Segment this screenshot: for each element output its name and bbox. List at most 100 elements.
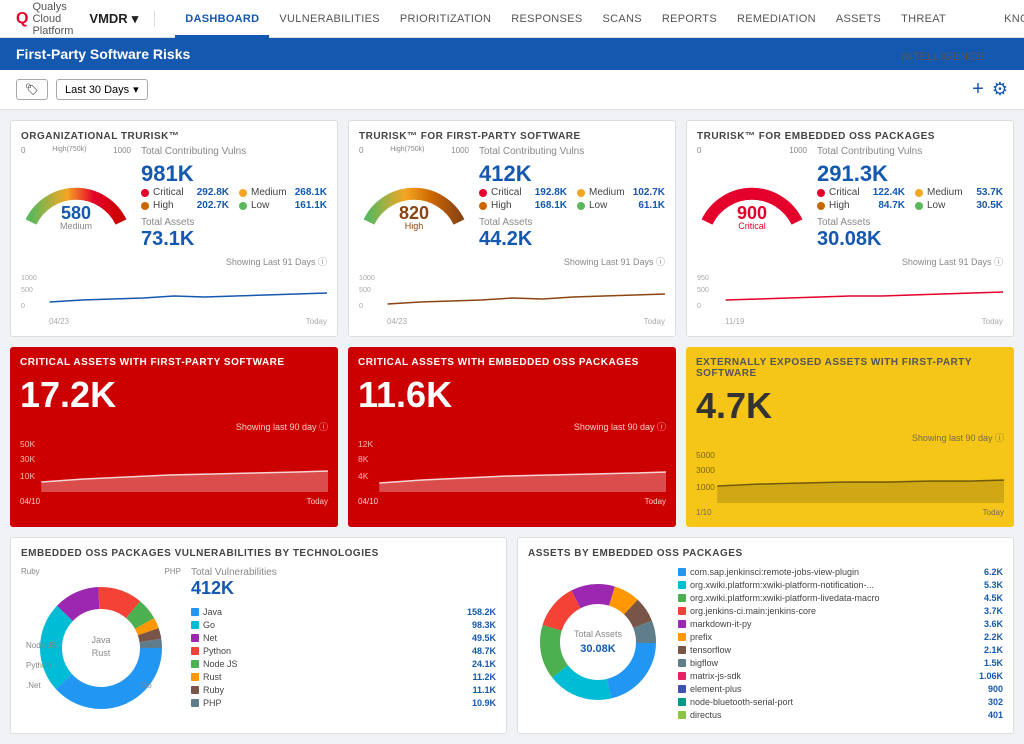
fp-total-assets: 44.2K (479, 228, 665, 251)
svg-text:Go: Go (141, 681, 152, 690)
svg-text:Node JS: Node JS (26, 641, 57, 650)
nav-item-assets[interactable]: ASSETS (826, 0, 891, 38)
legend-item: Go98.3K (191, 620, 496, 630)
oss-total-assets-label: Total Assets (817, 217, 1003, 228)
list-item: node-bluetooth-serial-port302 (678, 697, 1003, 707)
org-total-assets: 73.1K (141, 228, 327, 251)
svg-text:.Net: .Net (26, 681, 41, 690)
blue-bar: First-Party Software Risks (0, 38, 1024, 70)
oss-total-assets: 30.08K (817, 228, 1003, 251)
svg-text:500: 500 (697, 287, 709, 294)
assets-oss-card: ASSETS BY EMBEDDED OSS PACKAGES (517, 537, 1014, 734)
bottom-section: EMBEDDED OSS PACKAGES VULNERABILITIES BY… (10, 537, 1014, 734)
svg-text:1000: 1000 (21, 275, 37, 282)
svg-text:8K: 8K (358, 455, 369, 464)
legend-item: Net49.5K (191, 633, 496, 643)
gauge-scale-label: 0High(750k)1000 (21, 146, 131, 155)
org-total-vulns-label: Total Contributing Vulns (141, 146, 327, 157)
oss-trurisk-card: TruRisk™ FOR EMBEDDED OSS PACKAGES 01000… (686, 120, 1014, 337)
org-total-vulns: 981K (141, 161, 327, 187)
nav-item-remediation[interactable]: REMEDIATION (727, 0, 826, 38)
oss-total-vulns-label: Total Contributing Vulns (817, 146, 1003, 157)
critical-oss-card: CRITICAL ASSETS WITH EMBEDDED OSS PACKAG… (348, 347, 676, 527)
vmdr-selector[interactable]: VMDR ▾ (89, 11, 155, 27)
svg-text:0: 0 (21, 303, 25, 310)
svg-text:820: 820 (399, 203, 429, 223)
nav-item-dashboard[interactable]: DASHBOARD (175, 0, 269, 38)
settings-button[interactable]: ⚙ (992, 78, 1008, 101)
list-item: org.jenkins-ci.main:jenkins-core3.7K (678, 606, 1003, 616)
nav-item-knowledgebase[interactable]: KNOWLEDGEBASE (994, 0, 1024, 38)
nav-item-responses[interactable]: RESPONSES (501, 0, 592, 38)
add-widget-button[interactable]: + (972, 78, 984, 101)
first-party-title: TruRisk™ FOR FIRST-PARTY SOFTWARE (359, 131, 665, 142)
critical-oss-value: 11.6K (358, 374, 666, 416)
org-total-assets-label: Total Assets (141, 217, 327, 228)
date-label: Last 30 Days (65, 84, 129, 96)
logo-text: Qualys Cloud Platform (32, 1, 73, 37)
first-party-trurisk-card: TruRisk™ FOR FIRST-PARTY SOFTWARE 0High(… (348, 120, 676, 337)
svg-text:30.08K: 30.08K (580, 643, 616, 655)
main-nav: DASHBOARDVULNERABILITIESPRIORITIZATIONRE… (175, 0, 1024, 38)
critical-oss-title: CRITICAL ASSETS WITH EMBEDDED OSS PACKAG… (358, 357, 666, 368)
chevron-down-icon: ▾ (132, 11, 139, 27)
critical-oss-showing: Showing last 90 day ⓘ (358, 420, 666, 433)
main-content: ORGANIZATIONAL TruRisk™ 0High(750k)1000 (0, 110, 1024, 744)
svg-text:950: 950 (697, 275, 709, 282)
legend-item: Rust11.2K (191, 672, 496, 682)
legend-item: Ruby11.1K (191, 685, 496, 695)
nav-item-vulnerabilities[interactable]: VULNERABILITIES (269, 0, 389, 38)
critical-first-showing: Showing last 90 day ⓘ (20, 420, 328, 433)
top-nav: Q Qualys Cloud Platform VMDR ▾ DASHBOARD… (0, 0, 1024, 38)
legend-item: Node JS24.1K (191, 659, 496, 669)
list-item: com.sap.jenkinsci:remote-jobs-view-plugi… (678, 567, 1003, 577)
chevron-down-icon: ▾ (133, 83, 139, 96)
logo-q: Q (16, 10, 28, 28)
critical-first-value: 17.2K (20, 374, 328, 416)
list-item: prefix2.2K (678, 632, 1003, 642)
list-item: element-plus900 (678, 684, 1003, 694)
svg-text:5000: 5000 (696, 451, 715, 460)
nav-item-scans[interactable]: SCANS (592, 0, 651, 38)
list-item: org.xwiki.platform:xwiki-platform-notifi… (678, 580, 1003, 590)
external-first-value: 4.7K (696, 385, 1004, 427)
logo: Q Qualys Cloud Platform (16, 1, 73, 37)
svg-text:50K: 50K (20, 440, 36, 449)
external-showing: Showing last 90 day ⓘ (696, 431, 1004, 444)
metric-cards-row: CRITICAL ASSETS WITH FIRST-PARTY SOFTWAR… (10, 347, 1014, 527)
nav-item-reports[interactable]: REPORTS (652, 0, 727, 38)
total-vuln-label: Total Vulnerabilities (191, 567, 496, 578)
svg-text:1000: 1000 (359, 275, 375, 282)
list-item: org.xwiki.platform:xwiki-platform-liveda… (678, 593, 1003, 603)
svg-text:Critical: Critical (738, 221, 766, 231)
vuln-tech-title: EMBEDDED OSS PACKAGES VULNERABILITIES BY… (21, 548, 496, 559)
svg-text:0: 0 (697, 303, 701, 310)
svg-text:12K: 12K (358, 440, 374, 449)
svg-text:1000: 1000 (696, 483, 715, 492)
external-first-title: EXTERNALLY EXPOSED ASSETS WITH FIRST-PAR… (696, 357, 1004, 379)
nav-item-threat-intelligence[interactable]: THREAT INTELLIGENCE (891, 0, 994, 38)
list-item: directus401 (678, 710, 1003, 720)
external-first-card: EXTERNALLY EXPOSED ASSETS WITH FIRST-PAR… (686, 347, 1014, 527)
critical-first-title: CRITICAL ASSETS WITH FIRST-PARTY SOFTWAR… (20, 357, 328, 368)
svg-text:Rust: Rust (92, 648, 111, 658)
svg-text:30K: 30K (20, 455, 36, 464)
svg-text:Java: Java (91, 635, 110, 645)
svg-text:900: 900 (737, 203, 767, 223)
date-filter-button[interactable]: Last 30 Days ▾ (56, 79, 148, 100)
page-title: First-Party Software Risks (16, 46, 190, 62)
list-item: matrix-js-sdk1.06K (678, 671, 1003, 681)
list-item: bigflow1.5K (678, 658, 1003, 668)
svg-text:4K: 4K (358, 472, 369, 481)
nav-item-prioritization[interactable]: PRIORITIZATION (390, 0, 501, 38)
org-trurisk-card: ORGANIZATIONAL TruRisk™ 0High(750k)1000 (10, 120, 338, 337)
critical-first-party-card: CRITICAL ASSETS WITH FIRST-PARTY SOFTWAR… (10, 347, 338, 527)
org-trurisk-title: ORGANIZATIONAL TruRisk™ (21, 131, 327, 142)
vuln-tech-card: EMBEDDED OSS PACKAGES VULNERABILITIES BY… (10, 537, 507, 734)
svg-text:Total Assets: Total Assets (574, 629, 623, 639)
fp-total-vulns: 412K (479, 161, 665, 187)
tag-filter-button[interactable]: 🏷 (16, 79, 48, 100)
oss-total-vulns: 291.3K (817, 161, 1003, 187)
svg-text:Python: Python (26, 661, 51, 670)
assets-oss-title: ASSETS BY EMBEDDED OSS PACKAGES (528, 548, 1003, 559)
